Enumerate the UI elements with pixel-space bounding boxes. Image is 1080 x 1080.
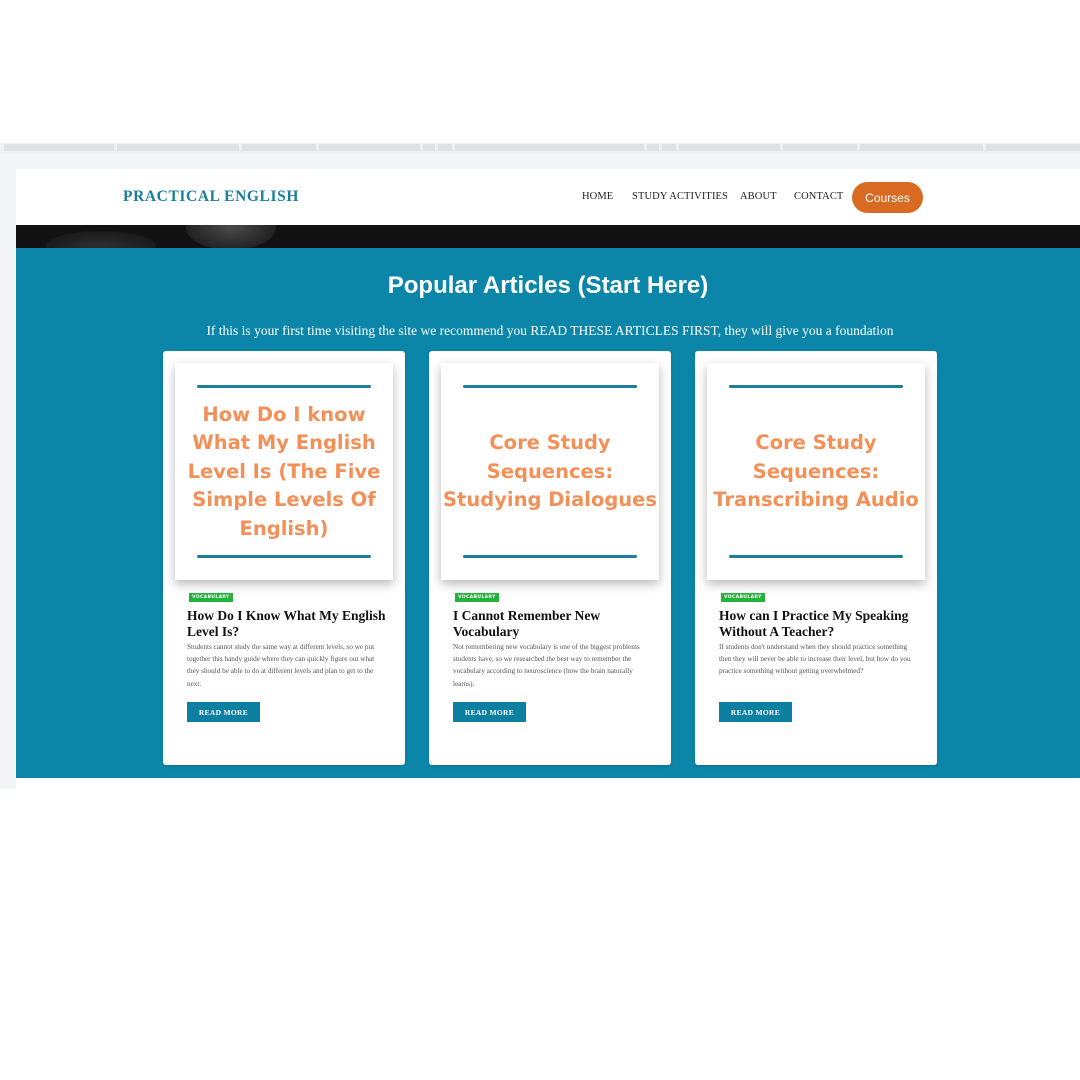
thumbnail-rule [463, 555, 637, 558]
nav-home[interactable]: HOME [582, 191, 613, 202]
tab-placeholder [647, 144, 659, 151]
tab-placeholder [662, 144, 676, 151]
read-more-button[interactable]: READ MORE [453, 702, 526, 722]
site-logo[interactable]: PRACTICAL ENGLISH [123, 188, 299, 206]
courses-button[interactable]: Courses [852, 182, 923, 213]
hero-image-shade [186, 225, 276, 248]
read-more-button[interactable]: READ MORE [187, 702, 260, 722]
tab-placeholder [783, 144, 857, 151]
tab-placeholder [860, 144, 983, 151]
tab-placeholder [319, 144, 420, 151]
thumbnail-rule [197, 555, 371, 558]
article-card: How Do I know What My English Level Is (… [163, 351, 405, 765]
thumbnail-rule [463, 385, 637, 388]
site-header: PRACTICAL ENGLISH HOME STUDY ACTIVITIES … [16, 169, 1080, 225]
tab-placeholder [455, 144, 644, 151]
thumbnail-title: How Do I know What My English Level Is (… [187, 402, 381, 540]
popular-articles-section: Popular Articles (Start Here) If this is… [16, 248, 1080, 778]
tab-placeholder [242, 144, 316, 151]
tab-placeholder [438, 144, 452, 151]
category-tag[interactable]: VOCABULARY [721, 593, 765, 602]
article-thumbnail[interactable]: Core Study Sequences: Transcribing Audio [707, 363, 925, 580]
hero-image-shade [46, 231, 156, 248]
article-thumbnail[interactable]: How Do I know What My English Level Is (… [175, 363, 393, 580]
article-excerpt: Not remembering new vocabulary is one of… [453, 643, 640, 688]
thumbnail-title: Core Study Sequences: Transcribing Audio [713, 431, 919, 512]
tab-placeholder [423, 144, 435, 151]
nav-about[interactable]: ABOUT [740, 191, 777, 202]
nav-study-activities[interactable]: STUDY ACTIVITIES [632, 191, 728, 202]
category-tag[interactable]: VOCABULARY [455, 593, 499, 602]
article-excerpt: Students cannot study the same way at di… [187, 643, 375, 688]
thumbnail-rule [729, 385, 903, 388]
thumbnail-title: Core Study Sequences: Studying Dialogues [443, 431, 658, 512]
article-thumbnail[interactable]: Core Study Sequences: Studying Dialogues [441, 363, 659, 580]
article-excerpt: If students don't understand when they s… [719, 643, 911, 676]
article-title[interactable]: I Cannot Remember New Vocabulary [453, 608, 653, 640]
browser-tab-strip [0, 143, 1080, 153]
thumbnail-rule [729, 555, 903, 558]
section-title: Popular Articles (Start Here) [387, 272, 709, 299]
website-viewport: PRACTICAL ENGLISH HOME STUDY ACTIVITIES … [16, 169, 1080, 789]
tab-placeholder [4, 144, 114, 151]
read-more-button[interactable]: READ MORE [719, 702, 792, 722]
tab-placeholder [986, 144, 1080, 151]
article-card: Core Study Sequences: Transcribing Audio… [695, 351, 937, 765]
hero-image [16, 225, 1080, 248]
category-tag[interactable]: VOCABULARY [189, 593, 233, 602]
article-title[interactable]: How Do I Know What My English Level Is? [187, 608, 387, 640]
nav-contact[interactable]: CONTACT [794, 191, 843, 202]
article-title[interactable]: How can I Practice My Speaking Without A… [719, 608, 919, 640]
article-card: Core Study Sequences: Studying Dialogues… [429, 351, 671, 765]
tab-placeholder [117, 144, 239, 151]
tab-placeholder [679, 144, 780, 151]
section-subtitle: If this is your first time visiting the … [206, 323, 894, 338]
thumbnail-rule [197, 385, 371, 388]
